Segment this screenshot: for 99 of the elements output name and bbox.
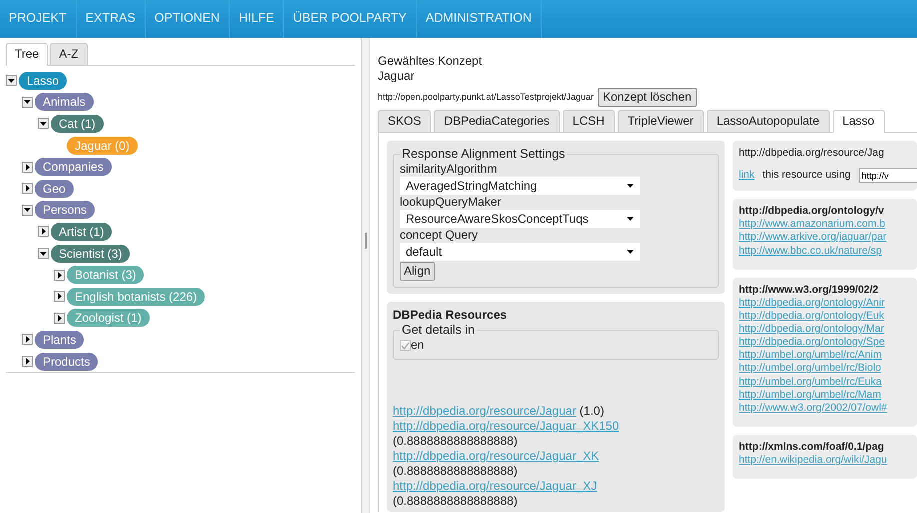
tree-node[interactable]: Botanist (3) — [67, 266, 144, 284]
property-link[interactable]: http://www.w3.org/2002/07/owl# — [739, 402, 888, 415]
fieldset-legend: Response Alignment Settings — [400, 147, 568, 162]
caret-icon — [24, 208, 31, 212]
menu-item[interactable]: PROJEKT — [0, 0, 77, 38]
tree-node[interactable]: Jaguar (0) — [67, 136, 138, 155]
tree-node[interactable]: Companies — [35, 158, 112, 176]
tree-node[interactable]: English botanists (226) — [67, 288, 206, 306]
caret-icon — [24, 100, 31, 104]
tab[interactable]: LCSH — [562, 110, 615, 132]
property-link[interactable]: http://umbel.org/umbel/rc/Anim — [739, 349, 882, 362]
caret-icon — [26, 164, 30, 171]
select-field[interactable]: ResourceAwareSkosConceptTuqs — [400, 210, 640, 228]
tab[interactable]: SKOS — [378, 110, 432, 132]
property-link[interactable]: http://en.wikipedia.org/wiki/Jagu — [739, 454, 888, 468]
result-score: (0.8888888888888888) — [393, 434, 519, 449]
tree-toggle[interactable] — [22, 204, 33, 216]
caret-icon — [26, 358, 30, 366]
property-title: http://www.w3.org/1999/02/2 — [739, 284, 879, 297]
property-link[interactable]: http://umbel.org/umbel/rc/Mam — [739, 388, 882, 402]
tree-toggle[interactable] — [38, 248, 49, 260]
tree-toggle[interactable] — [38, 226, 49, 238]
tree-toggle[interactable] — [22, 162, 33, 173]
tree-toggle[interactable] — [22, 334, 33, 346]
caret-icon — [627, 184, 634, 188]
concept-uri: http://open.poolparty.punkt.at/LassoTestprojekt/Jaguar — [378, 92, 594, 104]
field-label: similarityAlgorithm — [400, 162, 498, 177]
checkbox-label: en — [411, 338, 424, 353]
property-title: http://xmlns.com/foaf/0.1/pag — [739, 440, 884, 454]
tree-node[interactable]: Scientist (3) — [51, 244, 130, 263]
result-score: (0.8888888888888888) — [393, 464, 519, 479]
caret-icon — [8, 78, 15, 83]
property-title: http://dbpedia.org/ontology/v — [739, 205, 884, 218]
caret-icon — [26, 336, 30, 344]
menu-item[interactable]: OPTIONEN — [146, 0, 230, 38]
concept-name: Jaguar — [378, 69, 416, 84]
tree-node[interactable]: Products — [35, 352, 98, 371]
tab[interactable]: TripleViewer — [618, 110, 704, 132]
tab[interactable]: Lasso — [832, 110, 885, 133]
tab[interactable]: DBPediaCategories — [434, 110, 560, 132]
caret-icon — [40, 252, 47, 256]
url-field[interactable]: http://v — [858, 168, 917, 184]
delete-button[interactable]: Konzept löschen — [598, 88, 697, 107]
property-link[interactable]: http://dbpedia.org/ontology/Spe — [739, 336, 885, 350]
tree-node[interactable]: Cat (1) — [51, 114, 104, 133]
link[interactable]: link — [739, 169, 755, 182]
tab[interactable]: A-Z — [50, 43, 88, 65]
caret-icon — [58, 272, 62, 279]
tree-toggle[interactable] — [22, 183, 33, 194]
tree-node[interactable]: Animals — [35, 93, 94, 112]
caret-icon — [58, 293, 62, 300]
menu-item[interactable]: ADMINISTRATION — [416, 0, 542, 38]
align-button[interactable]: Align — [400, 262, 435, 281]
property-link[interactable]: http://www.arkive.org/jaguar/par — [739, 231, 887, 244]
label-text: this resource using — [762, 169, 851, 182]
result-link[interactable]: http://dbpedia.org/resource/Jaguar_XJ — [393, 479, 598, 493]
tree-toggle[interactable] — [6, 75, 17, 86]
caret-icon — [42, 228, 46, 236]
tree-toggle[interactable] — [38, 118, 49, 130]
caret-icon — [26, 185, 30, 192]
caret-icon — [627, 250, 634, 254]
tree-toggle[interactable] — [22, 96, 33, 108]
fieldset-legend: Get details in — [400, 323, 477, 338]
field-label: lookupQueryMaker — [400, 195, 502, 210]
tree-node[interactable]: Artist (1) — [51, 222, 112, 241]
tree-toggle[interactable] — [54, 291, 65, 302]
field-label: concept Query — [400, 228, 480, 243]
result-score: (1.0) — [580, 404, 604, 418]
tree-node[interactable]: Zoologist (1) — [67, 309, 150, 328]
concept-heading: Gewähltes Konzept — [378, 54, 484, 69]
result-link[interactable]: http://dbpedia.org/resource/Jaguar_XK150 — [393, 419, 620, 433]
result-score: (0.8888888888888888) — [393, 494, 519, 509]
property-link[interactable]: http://www.bbc.co.uk/nature/sp — [739, 244, 882, 258]
tree-toggle[interactable] — [54, 270, 65, 281]
tree-node[interactable]: Persons — [35, 201, 96, 220]
tree-toggle[interactable] — [22, 356, 33, 368]
menu-item[interactable]: EXTRAS — [76, 0, 146, 38]
select-field[interactable]: AveragedStringMatching — [400, 177, 640, 195]
result-link[interactable]: http://dbpedia.org/resource/Jaguar_XK — [393, 449, 600, 463]
select-field[interactable]: default — [400, 243, 640, 261]
caret-icon — [40, 122, 47, 126]
tree-node[interactable]: Lasso — [19, 72, 68, 90]
caret-icon — [627, 217, 634, 221]
tab[interactable]: Tree — [6, 43, 48, 66]
tree-node[interactable]: Geo — [35, 180, 74, 198]
tree-toggle[interactable] — [54, 312, 65, 324]
tab[interactable]: LassoAutopopulate — [706, 110, 830, 132]
tree-node[interactable]: Plants — [35, 330, 84, 349]
property-link[interactable]: http://umbel.org/umbel/rc/Biolo — [739, 362, 882, 376]
menu-item[interactable]: HILFE — [230, 0, 284, 38]
resource-uri: http://dbpedia.org/resource/Jag — [739, 147, 886, 160]
property-link[interactable]: http://www.amazonarium.com.b — [739, 218, 886, 232]
property-link[interactable]: http://umbel.org/umbel/rc/Euka — [739, 376, 882, 389]
panel-title: DBPedia Resources — [393, 308, 508, 323]
result-link[interactable]: http://dbpedia.org/resource/Jaguar — [393, 404, 576, 418]
property-link[interactable]: http://dbpedia.org/ontology/Anir — [739, 296, 885, 310]
caret-icon — [58, 314, 62, 322]
property-link[interactable]: http://dbpedia.org/ontology/Mar — [739, 323, 884, 336]
property-link[interactable]: http://dbpedia.org/ontology/Euk — [739, 310, 884, 323]
